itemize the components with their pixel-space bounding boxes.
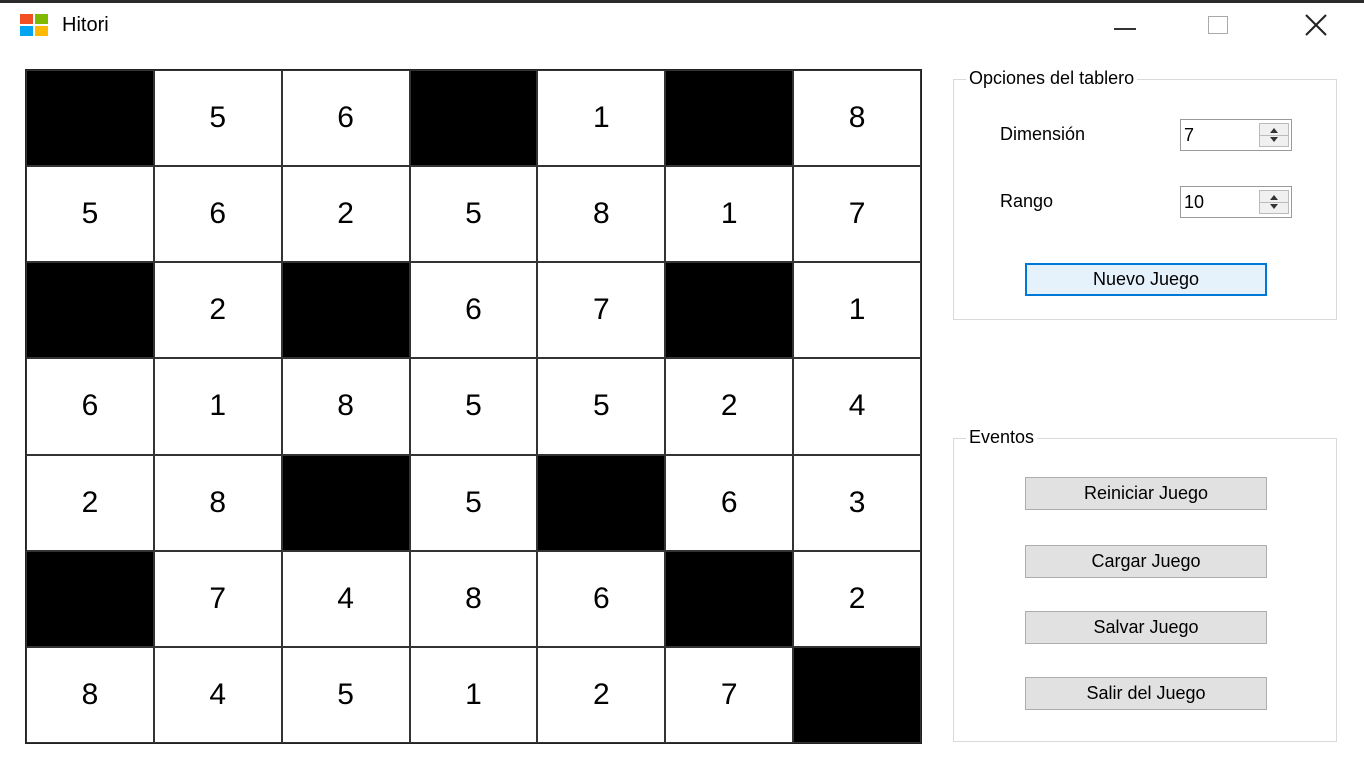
dimension-spinner[interactable]: 7 [1180,119,1292,151]
board-cell[interactable]: 8 [793,70,921,167]
board-options-legend: Opciones del tablero [966,68,1138,89]
spin-divider [1260,202,1288,203]
title-bar[interactable]: Hitori [0,3,1364,47]
exit-game-button[interactable]: Salir del Juego [1025,677,1267,710]
board-cell[interactable]: 8 [153,454,282,551]
board-cell[interactable]: 3 [793,454,921,551]
board-cell[interactable]: 1 [665,166,794,263]
maximize-icon [1208,16,1228,34]
close-button[interactable] [1294,7,1340,43]
dimension-spinner-arrows[interactable] [1259,123,1289,147]
spin-divider [1260,135,1288,136]
board-cell[interactable]: 5 [409,358,538,455]
restart-game-button[interactable]: Reiniciar Juego [1025,477,1267,510]
board-cell[interactable]: 1 [537,70,666,167]
board-cell-black[interactable] [26,70,154,167]
rango-spinner-arrows[interactable] [1259,190,1289,214]
window-title: Hitori [62,14,109,36]
board-cell[interactable]: 5 [26,166,154,263]
board-cell[interactable]: 6 [409,262,538,359]
board-cell[interactable]: 8 [281,358,410,455]
spin-up-icon[interactable] [1270,195,1278,200]
spin-down-icon[interactable] [1270,137,1278,142]
dimension-label: Dimensión [1000,124,1086,144]
board-cell[interactable]: 1 [409,646,538,743]
board-cell[interactable]: 8 [26,646,154,743]
dimension-value[interactable]: 7 [1184,125,1194,146]
board-cell[interactable]: 2 [537,646,666,743]
events-group: Eventos Reiniciar Juego Cargar Juego Sal… [953,427,1337,742]
board-cell[interactable]: 7 [665,646,794,743]
board-cell[interactable]: 2 [281,166,410,263]
board-cell[interactable]: 5 [537,358,666,455]
board-cell[interactable]: 1 [153,358,282,455]
app-logo-icon [20,14,48,36]
hitori-board: 56185625817267161855242856374862845127 [25,69,922,744]
board-cell[interactable]: 6 [665,454,794,551]
board-cell[interactable]: 6 [26,358,154,455]
board-cell[interactable]: 5 [409,454,538,551]
events-legend: Eventos [966,427,1038,448]
board-cell-black[interactable] [26,550,154,647]
board-cell-black[interactable] [793,646,921,743]
board-cell[interactable]: 6 [153,166,282,263]
board-cell[interactable]: 2 [665,358,794,455]
board-cell-black[interactable] [409,70,538,167]
board-cell-black[interactable] [665,262,794,359]
board-cell[interactable]: 8 [409,550,538,647]
board-cell[interactable]: 4 [793,358,921,455]
minimize-icon [1114,28,1136,30]
close-icon [1305,14,1327,36]
board-cell-black[interactable] [537,454,666,551]
board-cell[interactable]: 5 [153,70,282,167]
rango-spinner[interactable]: 10 [1180,186,1292,218]
save-game-button[interactable]: Salvar Juego [1025,611,1267,644]
minimize-button[interactable] [1102,7,1148,43]
board-cell[interactable]: 2 [793,550,921,647]
board-cell-black[interactable] [665,550,794,647]
spin-up-icon[interactable] [1270,128,1278,133]
board-cell[interactable]: 1 [793,262,921,359]
board-cell[interactable]: 4 [153,646,282,743]
board-cell[interactable]: 7 [537,262,666,359]
board-cell[interactable]: 7 [153,550,282,647]
spin-down-icon[interactable] [1270,204,1278,209]
board-cell[interactable]: 6 [281,70,410,167]
board-cell[interactable]: 7 [793,166,921,263]
load-game-button[interactable]: Cargar Juego [1025,545,1267,578]
new-game-button[interactable]: Nuevo Juego [1025,263,1267,296]
board-options-group: Opciones del tablero Dimensión 7 Rango 1… [953,68,1337,320]
rango-value[interactable]: 10 [1184,192,1204,213]
board-cell[interactable]: 2 [26,454,154,551]
board-cell[interactable]: 8 [537,166,666,263]
board-cell[interactable]: 2 [153,262,282,359]
board-cell[interactable]: 6 [537,550,666,647]
board-cell-black[interactable] [665,70,794,167]
board-cell-black[interactable] [26,262,154,359]
board-cell[interactable]: 4 [281,550,410,647]
board-cell-black[interactable] [281,262,410,359]
board-cell[interactable]: 5 [409,166,538,263]
board-cell[interactable]: 5 [281,646,410,743]
rango-label: Rango [1000,191,1054,211]
maximize-button[interactable] [1196,7,1242,43]
board-cell-black[interactable] [281,454,410,551]
